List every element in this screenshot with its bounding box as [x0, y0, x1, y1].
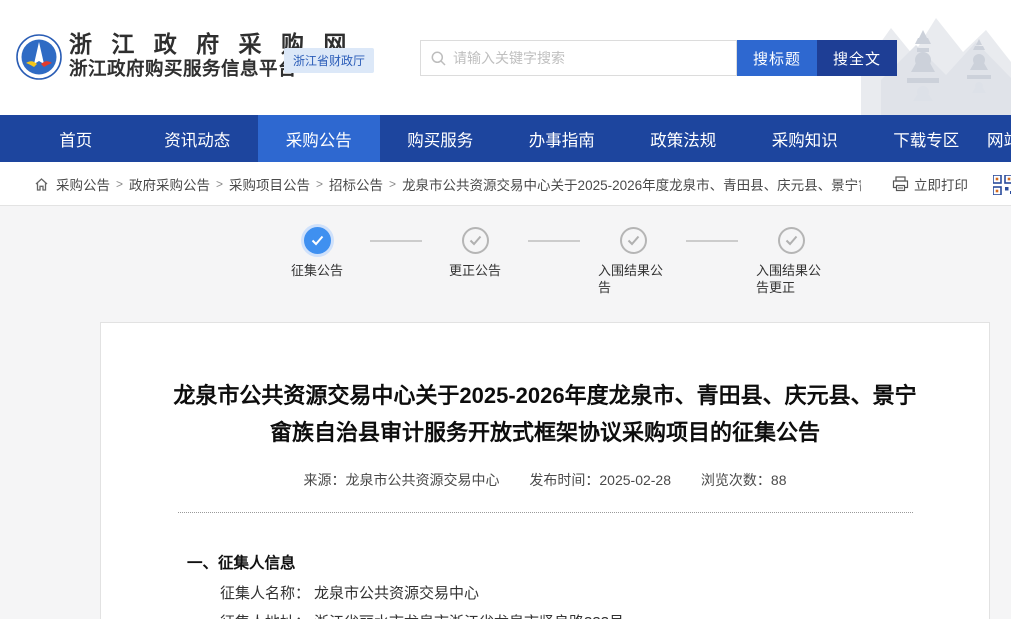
breadcrumb-bar: 采购公告 > 政府采购公告 > 采购项目公告 > 招标公告 > 龙泉市公共资源交… [0, 162, 1011, 206]
dotted-divider [178, 512, 913, 513]
check-icon [304, 227, 331, 254]
views-label: 浏览次数： [701, 472, 771, 488]
breadcrumb-item[interactable]: 采购公告 [56, 174, 110, 194]
step-connector [370, 240, 422, 242]
nav-item-procurement-notice[interactable]: 采购公告 [258, 115, 380, 162]
breadcrumb-separator: > [389, 177, 396, 191]
search-fulltext-button[interactable]: 搜全文 [817, 40, 897, 76]
nav-item-news[interactable]: 资讯动态 [137, 115, 259, 162]
breadcrumb-item[interactable]: 采购项目公告 [229, 174, 310, 194]
nav-item-guide[interactable]: 办事指南 [501, 115, 623, 162]
print-label: 立即打印 [914, 174, 968, 194]
publish-label: 发布时间： [529, 472, 599, 488]
breadcrumb-separator: > [316, 177, 323, 191]
step-shortlist-result[interactable]: 入围结果公告 [594, 227, 672, 296]
print-button[interactable]: 立即打印 [892, 162, 968, 206]
step-connector [528, 240, 580, 242]
search-input[interactable] [421, 41, 736, 75]
main-nav: 首页 资讯动态 采购公告 购买服务 办事指南 政策法规 采购知识 下载专区 网站… [0, 115, 1011, 162]
announcement-stepper: 征集公告 更正公告 入围结果公告 入围结果公告更正 [100, 227, 990, 296]
field-label: 征集人地址： [220, 614, 310, 619]
breadcrumb-item[interactable]: 政府采购公告 [129, 174, 210, 194]
breadcrumb: 采购公告 > 政府采购公告 > 采购项目公告 > 招标公告 > 龙泉市公共资源交… [34, 162, 861, 206]
step-label: 入围结果公告更正 [756, 262, 826, 296]
finance-department-badge: 浙江省财政厅 [284, 48, 374, 73]
section-heading-collector-info: 一、征集人信息 [187, 551, 989, 573]
collector-address-row: 征集人地址： 浙江省丽水市龙泉市浙江省龙泉市贤良路333号 [220, 615, 989, 619]
announcement-meta: 来源：龙泉市公共资源交易中心 发布时间：2025-02-28 浏览次数：88 [101, 470, 989, 490]
printer-icon [892, 176, 909, 192]
check-icon [462, 227, 489, 254]
home-icon[interactable] [34, 177, 49, 192]
site-logo-icon [16, 34, 62, 80]
announcement-title: 龙泉市公共资源交易中心关于2025-2026年度龙泉市、青田县、庆元县、景宁畲族… [170, 377, 920, 451]
check-icon [778, 227, 805, 254]
field-label: 征集人名称： [220, 585, 310, 602]
field-value: 龙泉市公共资源交易中心 [314, 585, 479, 602]
views-value: 88 [771, 472, 787, 488]
step-collection-notice[interactable]: 征集公告 [278, 227, 356, 296]
search-title-button[interactable]: 搜标题 [737, 40, 817, 76]
publish-value: 2025-02-28 [599, 472, 671, 488]
nav-item-purchase-service[interactable]: 购买服务 [380, 115, 502, 162]
site-header: 浙 江 政 府 采 购 网 浙江政府购买服务信息平台 浙江省财政厅 搜标题 搜全… [0, 0, 1011, 115]
step-shortlist-result-correction[interactable]: 入围结果公告更正 [752, 227, 830, 296]
field-value: 浙江省丽水市龙泉市浙江省龙泉市贤良路333号 [314, 614, 624, 619]
step-label: 更正公告 [449, 262, 501, 279]
breadcrumb-current: 龙泉市公共资源交易中心关于2025-2026年度龙泉市、青田县、庆元县、景宁畲族… [402, 174, 861, 194]
nav-item-site-tools[interactable]: 网站工具 [987, 115, 1011, 162]
step-label: 征集公告 [291, 262, 343, 279]
announcement-card: 龙泉市公共资源交易中心关于2025-2026年度龙泉市、青田县、庆元县、景宁畲族… [100, 322, 990, 619]
step-connector [686, 240, 738, 242]
step-correction-notice[interactable]: 更正公告 [436, 227, 514, 296]
breadcrumb-separator: > [116, 177, 123, 191]
search-icon [431, 51, 446, 66]
collector-name-row: 征集人名称：龙泉市公共资源交易中心 [220, 586, 989, 602]
nav-item-policy[interactable]: 政策法规 [623, 115, 745, 162]
source-value: 龙泉市公共资源交易中心 [346, 472, 500, 488]
qr-code-icon[interactable] [993, 175, 1011, 200]
nav-item-home[interactable]: 首页 [15, 115, 137, 162]
source-label: 来源： [304, 472, 346, 488]
check-icon [620, 227, 647, 254]
breadcrumb-separator: > [216, 177, 223, 191]
search-bar: 搜标题 搜全文 [420, 40, 897, 76]
nav-item-download[interactable]: 下载专区 [866, 115, 988, 162]
nav-item-knowledge[interactable]: 采购知识 [744, 115, 866, 162]
breadcrumb-item[interactable]: 招标公告 [329, 174, 383, 194]
step-label: 入围结果公告 [598, 262, 668, 296]
